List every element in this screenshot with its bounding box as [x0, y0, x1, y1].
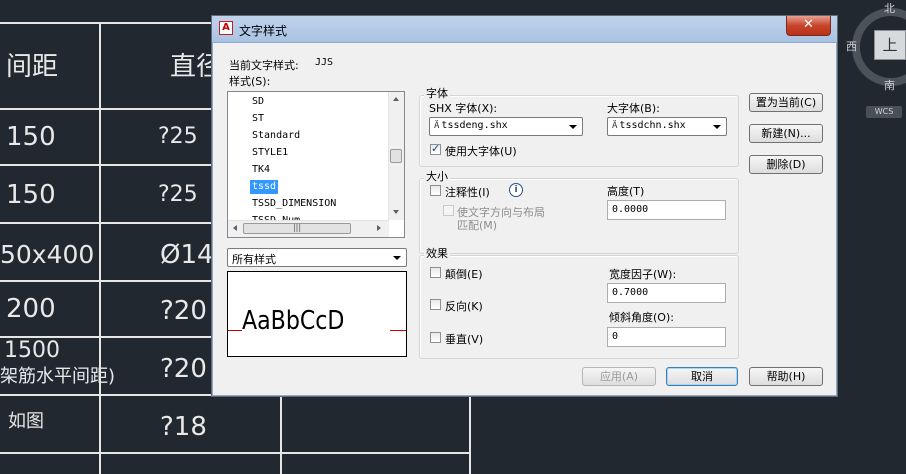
scroll-up-icon[interactable] — [393, 97, 399, 101]
chevron-down-icon — [713, 125, 721, 129]
shx-font-select[interactable]: Ätssdeng.shx — [429, 117, 583, 136]
cad-text: ?25 — [158, 182, 198, 207]
viewcube-north[interactable]: 北 — [884, 0, 895, 16]
info-icon[interactable]: i — [509, 183, 523, 197]
style-filter-select[interactable]: 所有样式 — [227, 248, 407, 267]
shx-font-label: SHX 字体(X): — [429, 102, 498, 115]
height-input[interactable]: 0.0000 — [607, 200, 726, 220]
list-item[interactable]: STYLE1 — [250, 146, 290, 160]
close-button[interactable]: ✕ — [786, 16, 831, 36]
list-item[interactable]: SD — [250, 95, 266, 109]
annotative-checkbox[interactable] — [430, 185, 441, 196]
set-current-button[interactable]: 置为当前(C) — [749, 93, 823, 112]
use-big-font-label: 使用大字体(U) — [445, 145, 517, 158]
height-label: 高度(T) — [607, 185, 645, 198]
cad-text: 间距 — [6, 52, 59, 82]
backwards-checkbox[interactable] — [430, 299, 441, 310]
cad-text: 1500 — [4, 338, 60, 363]
oblique-angle-label: 倾斜角度(O): — [609, 311, 674, 324]
oblique-angle-input[interactable]: 0 — [607, 327, 726, 347]
list-item[interactable]: ST — [250, 112, 266, 126]
styles-list[interactable]: SD ST Standard STYLE1 TK4 tssd TSSD_DIME… — [227, 91, 405, 238]
current-style-label: 当前文字样式: — [229, 59, 299, 72]
delete-style-button[interactable]: 删除(D) — [749, 155, 823, 174]
viewcube-south[interactable]: 南 — [884, 77, 895, 93]
apply-button[interactable]: 应用(A) — [582, 367, 656, 386]
dialog-title: 文字样式 — [239, 24, 288, 38]
cad-text: 150 — [6, 180, 56, 210]
match-orientation-checkbox[interactable] — [443, 205, 454, 216]
styles-label: 样式(S): — [229, 75, 271, 88]
wcs-menu[interactable]: WCS — [866, 106, 902, 118]
viewcube-west[interactable]: 西 — [846, 38, 857, 54]
list-item[interactable]: TSSD_DIMENSION — [250, 197, 338, 211]
big-font-icon: Ä — [612, 121, 618, 131]
list-item-selected[interactable]: tssd — [250, 180, 279, 194]
style-filter-value: 所有样式 — [232, 253, 276, 266]
table-line — [0, 452, 470, 454]
backwards-label: 反向(K) — [445, 300, 483, 313]
viewcube[interactable]: 北 西 南 上 WCS — [846, 0, 906, 120]
new-style-button[interactable]: 新建(N)... — [749, 124, 823, 143]
big-font-value: tssdchn.shx — [619, 120, 686, 131]
list-item[interactable]: Standard — [250, 129, 302, 143]
shx-font-value: tssdeng.shx — [441, 120, 508, 131]
chevron-down-icon — [393, 256, 401, 260]
preview-baseline — [390, 330, 406, 331]
cad-text: ?18 — [160, 412, 207, 442]
annotative-label: 注释性(I) — [445, 186, 490, 199]
vertical-scroll-thumb[interactable] — [390, 149, 402, 163]
list-item[interactable]: TK4 — [250, 163, 272, 177]
table-line — [99, 22, 101, 474]
big-font-select[interactable]: Ätssdchn.shx — [607, 117, 727, 136]
vertical-scrollbar[interactable] — [388, 92, 404, 220]
viewcube-top-face[interactable]: 上 — [874, 30, 906, 60]
cad-text: ?20 — [160, 296, 207, 326]
shx-font-icon: Ä — [434, 121, 440, 131]
text-style-dialog: A 文字样式 ✕ 当前文字样式: JJS 样式(S): SD ST Standa… — [211, 15, 838, 397]
preview-text: AaBbCcD — [242, 306, 345, 336]
use-big-font-checkbox[interactable] — [430, 142, 441, 155]
cad-text: ?20 — [160, 354, 207, 384]
vertical-label: 垂直(V) — [445, 333, 484, 346]
upside-down-checkbox[interactable] — [430, 267, 441, 278]
style-preview: AaBbCcD — [227, 271, 407, 357]
size-group-title: 大小 — [424, 168, 450, 184]
cad-text: 150 — [6, 122, 56, 152]
upside-down-label: 颠倒(E) — [445, 268, 483, 281]
preview-baseline — [228, 330, 242, 331]
scroll-left-icon[interactable] — [233, 225, 237, 231]
cad-text: 200 — [6, 294, 56, 324]
help-button[interactable]: 帮助(H) — [749, 367, 823, 386]
width-factor-label: 宽度因子(W): — [609, 268, 677, 281]
current-style-value: JJS — [315, 57, 334, 68]
cad-text: ?25 — [158, 124, 198, 149]
cancel-button[interactable]: 取消 — [666, 367, 738, 386]
font-group-title: 字体 — [424, 85, 450, 101]
horizontal-scroll-thumb[interactable]: ||| — [243, 223, 351, 234]
cad-text: 如图 — [8, 411, 44, 432]
scroll-right-icon[interactable] — [377, 225, 381, 231]
big-font-label: 大字体(B): — [607, 102, 660, 115]
vertical-checkbox[interactable] — [430, 332, 441, 343]
cad-text: 架筋水平间距) — [0, 366, 116, 387]
effects-group-title: 效果 — [424, 245, 450, 261]
match-orientation-label-2: 匹配(M) — [457, 219, 498, 232]
cad-text: 50x400 — [0, 240, 95, 269]
scroll-down-icon[interactable] — [393, 210, 399, 214]
dialog-body: 当前文字样式: JJS 样式(S): SD ST Standard STYLE1… — [217, 43, 832, 392]
width-factor-input[interactable]: 0.7000 — [607, 283, 726, 303]
dialog-titlebar[interactable]: A 文字样式 ✕ — [212, 16, 837, 43]
autocad-app-icon: A — [219, 21, 233, 35]
cad-text: Ø14 — [160, 240, 214, 270]
horizontal-scrollbar[interactable]: ||| — [228, 220, 389, 237]
chevron-down-icon — [569, 125, 577, 129]
